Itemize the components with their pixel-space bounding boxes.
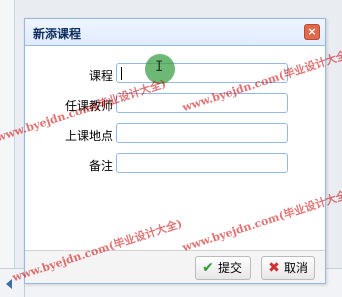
submit-label: 提交	[218, 261, 243, 275]
dialog-body: 课程 任课教师 上课地点 备注 I	[25, 46, 325, 250]
outer-panel: 新添课程 × 课程 任课教师 上课地点 备注 I ✔ 提交 ✖ 取消 www.b…	[0, 0, 342, 297]
cross-icon: ✖	[268, 260, 280, 276]
close-button[interactable]: ×	[304, 24, 320, 40]
ibeam-cursor-icon: I	[155, 59, 164, 75]
course-label: 课程	[88, 69, 113, 83]
form-row-location: 上课地点	[25, 123, 325, 147]
form-row-teacher: 任课教师	[25, 93, 325, 117]
form-row-remark: 备注	[25, 153, 325, 177]
form-row-course: 课程	[25, 63, 325, 87]
text-caret	[121, 67, 122, 80]
close-icon: ×	[307, 25, 317, 38]
cancel-label: 取消	[284, 261, 309, 275]
cancel-button[interactable]: ✖ 取消	[261, 256, 315, 280]
triangle-left-icon[interactable]	[6, 279, 12, 289]
dialog-footer: ✔ 提交 ✖ 取消	[25, 250, 325, 283]
location-label: 上课地点	[64, 129, 113, 143]
teacher-label: 任课教师	[64, 99, 113, 113]
teacher-input[interactable]	[116, 93, 288, 113]
course-input[interactable]	[116, 63, 288, 83]
remark-label: 备注	[88, 159, 113, 173]
check-icon: ✔	[202, 260, 214, 276]
location-input[interactable]	[116, 123, 288, 143]
left-panel-edge	[0, 0, 15, 270]
dialog-title: 新添课程	[33, 27, 82, 41]
add-course-dialog: 新添课程 × 课程 任课教师 上课地点 备注 I ✔ 提交 ✖ 取消	[24, 18, 326, 284]
submit-button[interactable]: ✔ 提交	[195, 256, 251, 280]
remark-input[interactable]	[116, 153, 288, 173]
dialog-header: 新添课程 ×	[25, 19, 325, 46]
